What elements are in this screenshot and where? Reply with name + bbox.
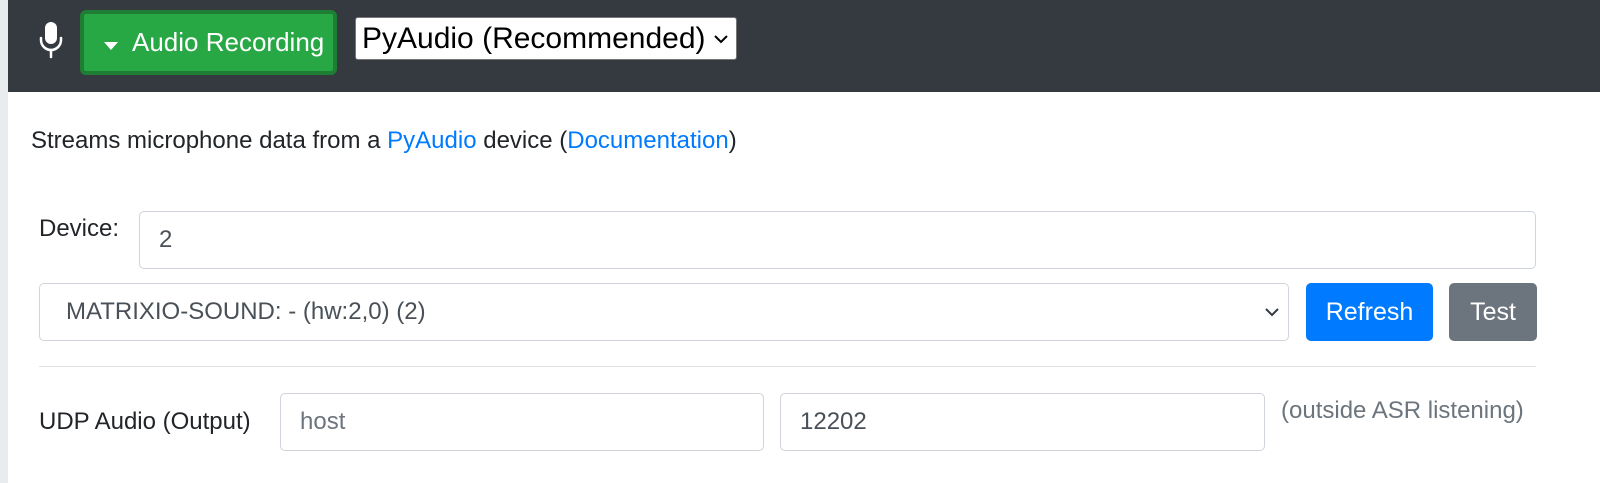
audio-recording-label: Audio Recording: [132, 27, 325, 57]
test-button[interactable]: Test: [1449, 283, 1537, 341]
description-text: Streams microphone data from a PyAudio d…: [31, 127, 737, 155]
description-suffix: ): [728, 127, 737, 154]
caret-down-icon: [104, 41, 118, 50]
device-select-value: MATRIXIO-SOUND: - (hw:2,0) (2): [66, 298, 426, 325]
header-bar: Audio Recording PyAudio (Recommended): [8, 0, 1600, 92]
audio-recording-button[interactable]: Audio Recording: [80, 10, 337, 75]
divider: [39, 366, 1536, 367]
chevron-down-icon: [1265, 308, 1279, 317]
microphone-icon: [39, 22, 63, 59]
udp-host-placeholder: host: [300, 408, 346, 435]
left-edge-strip: [0, 0, 8, 483]
udp-port-value: 12202: [800, 408, 867, 435]
device-label: Device:: [39, 215, 120, 242]
chevron-down-icon: [714, 34, 728, 43]
udp-port-input[interactable]: 12202: [780, 393, 1265, 451]
udp-host-input[interactable]: host: [280, 393, 764, 451]
description-middle: device (: [476, 127, 568, 154]
device-select[interactable]: MATRIXIO-SOUND: - (hw:2,0) (2): [39, 283, 1289, 341]
description-prefix: Streams microphone data from a: [31, 127, 388, 154]
device-input-value: 2: [159, 226, 173, 253]
device-input[interactable]: 2: [139, 211, 1536, 269]
udp-audio-label: UDP Audio (Output): [39, 408, 251, 435]
recording-engine-select[interactable]: PyAudio (Recommended): [355, 17, 737, 60]
documentation-link[interactable]: Documentation: [567, 127, 728, 154]
pyaudio-link[interactable]: PyAudio: [387, 127, 476, 154]
recording-engine-value: PyAudio (Recommended): [362, 21, 706, 55]
udp-note: (outside ASR listening): [1281, 397, 1524, 424]
refresh-button[interactable]: Refresh: [1306, 283, 1433, 341]
